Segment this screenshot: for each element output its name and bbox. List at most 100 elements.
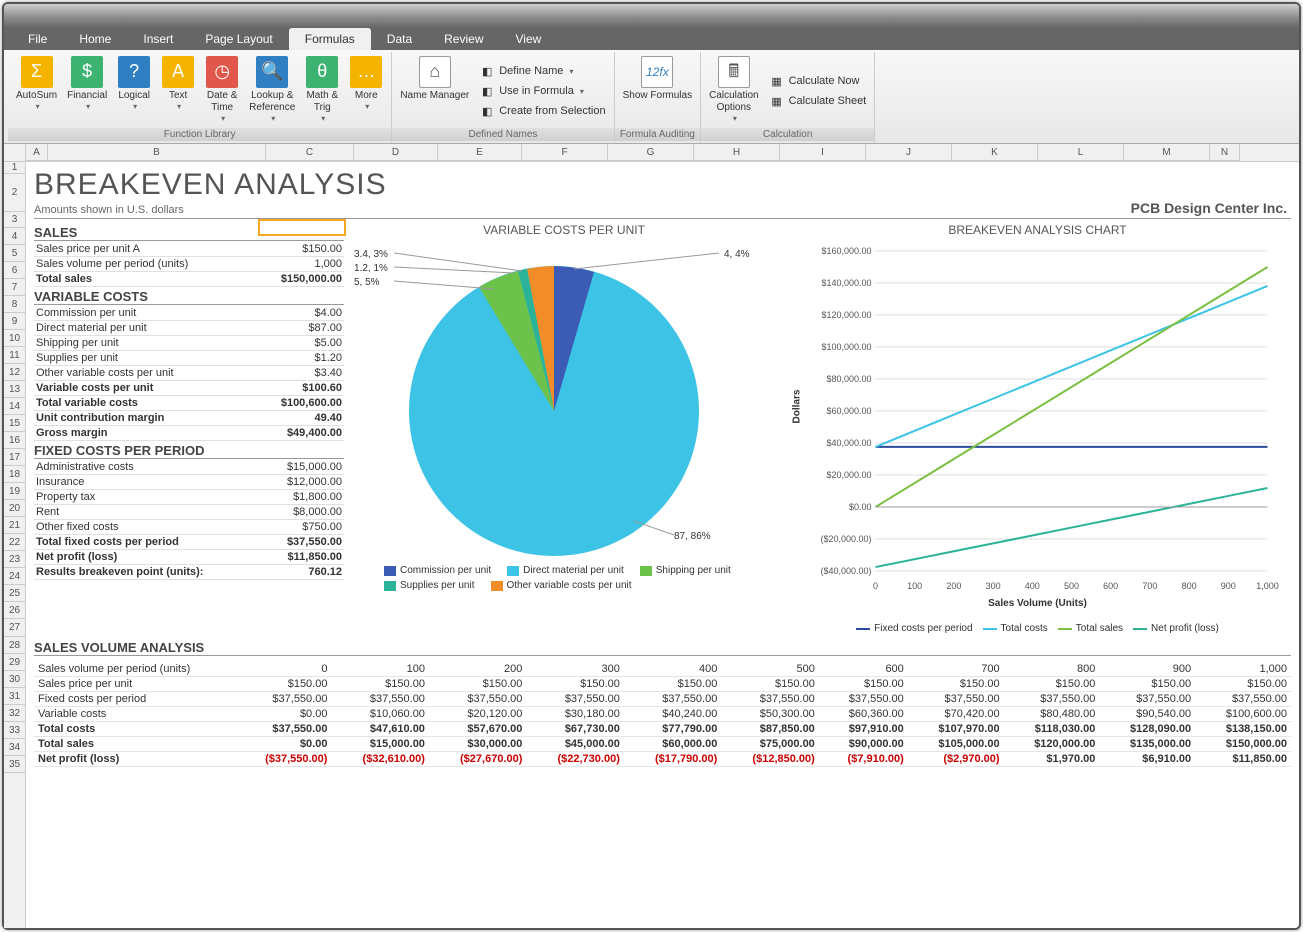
table-row[interactable]: Net profit (loss)($37,550.00)($32,610.00… <box>34 752 1291 767</box>
subtitle: Amounts shown in U.S. dollars <box>34 204 1291 216</box>
table-row[interactable]: Total sales$0.00$15,000.00$30,000.00$45,… <box>34 737 1291 752</box>
y-axis-label: Dollars <box>791 390 802 424</box>
legend-item: Total sales <box>1058 623 1123 634</box>
table-row[interactable]: Sales price per unit A$150.00 <box>34 242 344 257</box>
financial-icon: $ <box>71 56 103 88</box>
svg-text:$0.00: $0.00 <box>849 502 872 512</box>
worksheet[interactable]: BREAKEVEN ANALYSIS PCB Design Center Inc… <box>26 162 1299 928</box>
table-row[interactable]: Other fixed costs$750.00 <box>34 520 344 535</box>
table-row[interactable]: Sales volume per period (units)1,000 <box>34 257 344 272</box>
tag-icon: ◧ <box>479 103 495 119</box>
fixed-costs-table[interactable]: Administrative costs$15,000.00Insurance$… <box>34 460 344 580</box>
fixed-costs-header: FIXED COSTS PER PERIOD <box>34 443 344 459</box>
table-row[interactable]: Unit contribution margin49.40 <box>34 411 344 426</box>
datetime-button[interactable]: ◷Date & Time <box>201 54 243 128</box>
table-row[interactable]: Property tax$1,800.00 <box>34 490 344 505</box>
table-row[interactable]: Shipping per unit$5.00 <box>34 336 344 351</box>
tab-home[interactable]: Home <box>63 28 127 50</box>
svg-text:1,000: 1,000 <box>1256 581 1279 591</box>
use-in-formula-button[interactable]: ◧Use in Formula <box>475 82 609 100</box>
table-row[interactable]: Variable costs per unit$100.60 <box>34 381 344 396</box>
calculation-options-button[interactable]: 🖩 Calculation Options <box>705 54 762 128</box>
table-row[interactable]: Supplies per unit$1.20 <box>34 351 344 366</box>
math-button[interactable]: θMath & Trig <box>301 54 343 128</box>
datetime-icon: ◷ <box>206 56 238 88</box>
svg-text:$80,000.00: $80,000.00 <box>826 374 871 384</box>
company-name: PCB Design Center Inc. <box>1131 200 1287 216</box>
svg-text:0: 0 <box>873 581 878 591</box>
table-row[interactable]: Total sales$150,000.00 <box>34 272 344 287</box>
variable-costs-header: VARIABLE COSTS <box>34 289 344 305</box>
logical-button[interactable]: ?Logical <box>113 54 155 128</box>
calculate-sheet-button[interactable]: ▦Calculate Sheet <box>765 92 871 110</box>
table-row[interactable]: Fixed costs per period$37,550.00$37,550.… <box>34 692 1291 707</box>
group-label: Calculation <box>701 128 874 141</box>
table-row[interactable]: Administrative costs$15,000.00 <box>34 460 344 475</box>
column-headers[interactable]: ABCDEFGHIJKLMN <box>26 144 1299 162</box>
group-label: Defined Names <box>392 128 613 141</box>
svg-text:$140,000.00: $140,000.00 <box>821 278 871 288</box>
analysis-table[interactable]: Sales volume per period (units)010020030… <box>34 662 1291 767</box>
table-row[interactable]: Sales volume per period (units)010020030… <box>34 662 1291 677</box>
text-button[interactable]: AText <box>157 54 199 128</box>
ribbon: ΣAutoSum$Financial?LogicalAText◷Date & T… <box>4 50 1299 144</box>
svg-text:800: 800 <box>1182 581 1197 591</box>
table-row[interactable]: Total costs$37,550.00$47,610.00$57,670.0… <box>34 722 1291 737</box>
line-chart-title: BREAKEVEN ANALYSIS CHART <box>784 223 1291 237</box>
svg-text:900: 900 <box>1221 581 1236 591</box>
svg-text:500: 500 <box>1064 581 1079 591</box>
sales-header: SALES <box>34 225 344 241</box>
table-row[interactable]: Net profit (loss)$11,850.00 <box>34 550 344 565</box>
row-headers[interactable]: 1234567891011121314151617181920212223242… <box>4 162 26 928</box>
tab-page-layout[interactable]: Page Layout <box>189 28 288 50</box>
financial-button[interactable]: $Financial <box>63 54 111 128</box>
table-row[interactable]: Commission per unit$4.00 <box>34 306 344 321</box>
table-row[interactable]: Insurance$12,000.00 <box>34 475 344 490</box>
table-row[interactable]: Direct material per unit$87.00 <box>34 321 344 336</box>
sales-table[interactable]: Sales price per unit A$150.00Sales volum… <box>34 242 344 287</box>
table-row[interactable]: Gross margin$49,400.00 <box>34 426 344 441</box>
table-row[interactable]: Results breakeven point (units):760.12 <box>34 565 344 580</box>
tab-view[interactable]: View <box>500 28 558 50</box>
pie-chart: 4, 4%3.4, 3%1.2, 1%5, 5%87, 86% <box>354 241 774 561</box>
create-from-selection-button[interactable]: ◧Create from Selection <box>475 102 609 120</box>
svg-text:$100,000.00: $100,000.00 <box>821 342 871 352</box>
calculate-now-button[interactable]: ▦Calculate Now <box>765 72 871 90</box>
svg-text:($20,000.00): ($20,000.00) <box>820 534 871 544</box>
table-row[interactable]: Total variable costs$100,600.00 <box>34 396 344 411</box>
define-name-button[interactable]: ◧Define Name <box>475 62 609 80</box>
tab-review[interactable]: Review <box>428 28 499 50</box>
tag-icon: ◧ <box>479 63 495 79</box>
tab-formulas[interactable]: Formulas <box>289 28 371 50</box>
formula-icon: 12fx <box>641 56 673 88</box>
variable-costs-table[interactable]: Commission per unit$4.00Direct material … <box>34 306 344 441</box>
legend-item: Shipping per unit <box>640 565 731 576</box>
calc-icon: ▦ <box>769 93 785 109</box>
tab-insert[interactable]: Insert <box>127 28 189 50</box>
svg-text:$20,000.00: $20,000.00 <box>826 470 871 480</box>
svg-text:$60,000.00: $60,000.00 <box>826 406 871 416</box>
table-row[interactable]: Sales price per unit$150.00$150.00$150.0… <box>34 677 1291 692</box>
pie-callout: 3.4, 3% <box>354 249 388 260</box>
table-row[interactable]: Total fixed costs per period$37,550.00 <box>34 535 344 550</box>
lookup-button[interactable]: 🔍Lookup & Reference <box>245 54 299 128</box>
show-formulas-button[interactable]: 12fx Show Formulas <box>619 54 696 128</box>
table-row[interactable]: Variable costs$0.00$10,060.00$20,120.00$… <box>34 707 1291 722</box>
table-row[interactable]: Rent$8,000.00 <box>34 505 344 520</box>
titlebar <box>4 4 1299 28</box>
pie-callout: 4, 4% <box>724 249 750 260</box>
select-all-cell[interactable] <box>4 144 26 162</box>
autosum-button[interactable]: ΣAutoSum <box>12 54 61 128</box>
name-manager-button[interactable]: ⌂ Name Manager <box>396 54 473 128</box>
more-button[interactable]: …More <box>345 54 387 128</box>
tab-file[interactable]: File <box>12 28 63 50</box>
svg-text:$120,000.00: $120,000.00 <box>821 310 871 320</box>
line-legend: Fixed costs per periodTotal costsTotal s… <box>784 623 1291 634</box>
svg-text:400: 400 <box>1025 581 1040 591</box>
tab-data[interactable]: Data <box>371 28 428 50</box>
pie-legend: Commission per unitDirect material per u… <box>354 565 774 591</box>
table-row[interactable]: Other variable costs per unit$3.40 <box>34 366 344 381</box>
pie-callout: 87, 86% <box>674 531 711 542</box>
tag-icon: ◧ <box>479 83 495 99</box>
name-tag-icon: ⌂ <box>419 56 451 88</box>
